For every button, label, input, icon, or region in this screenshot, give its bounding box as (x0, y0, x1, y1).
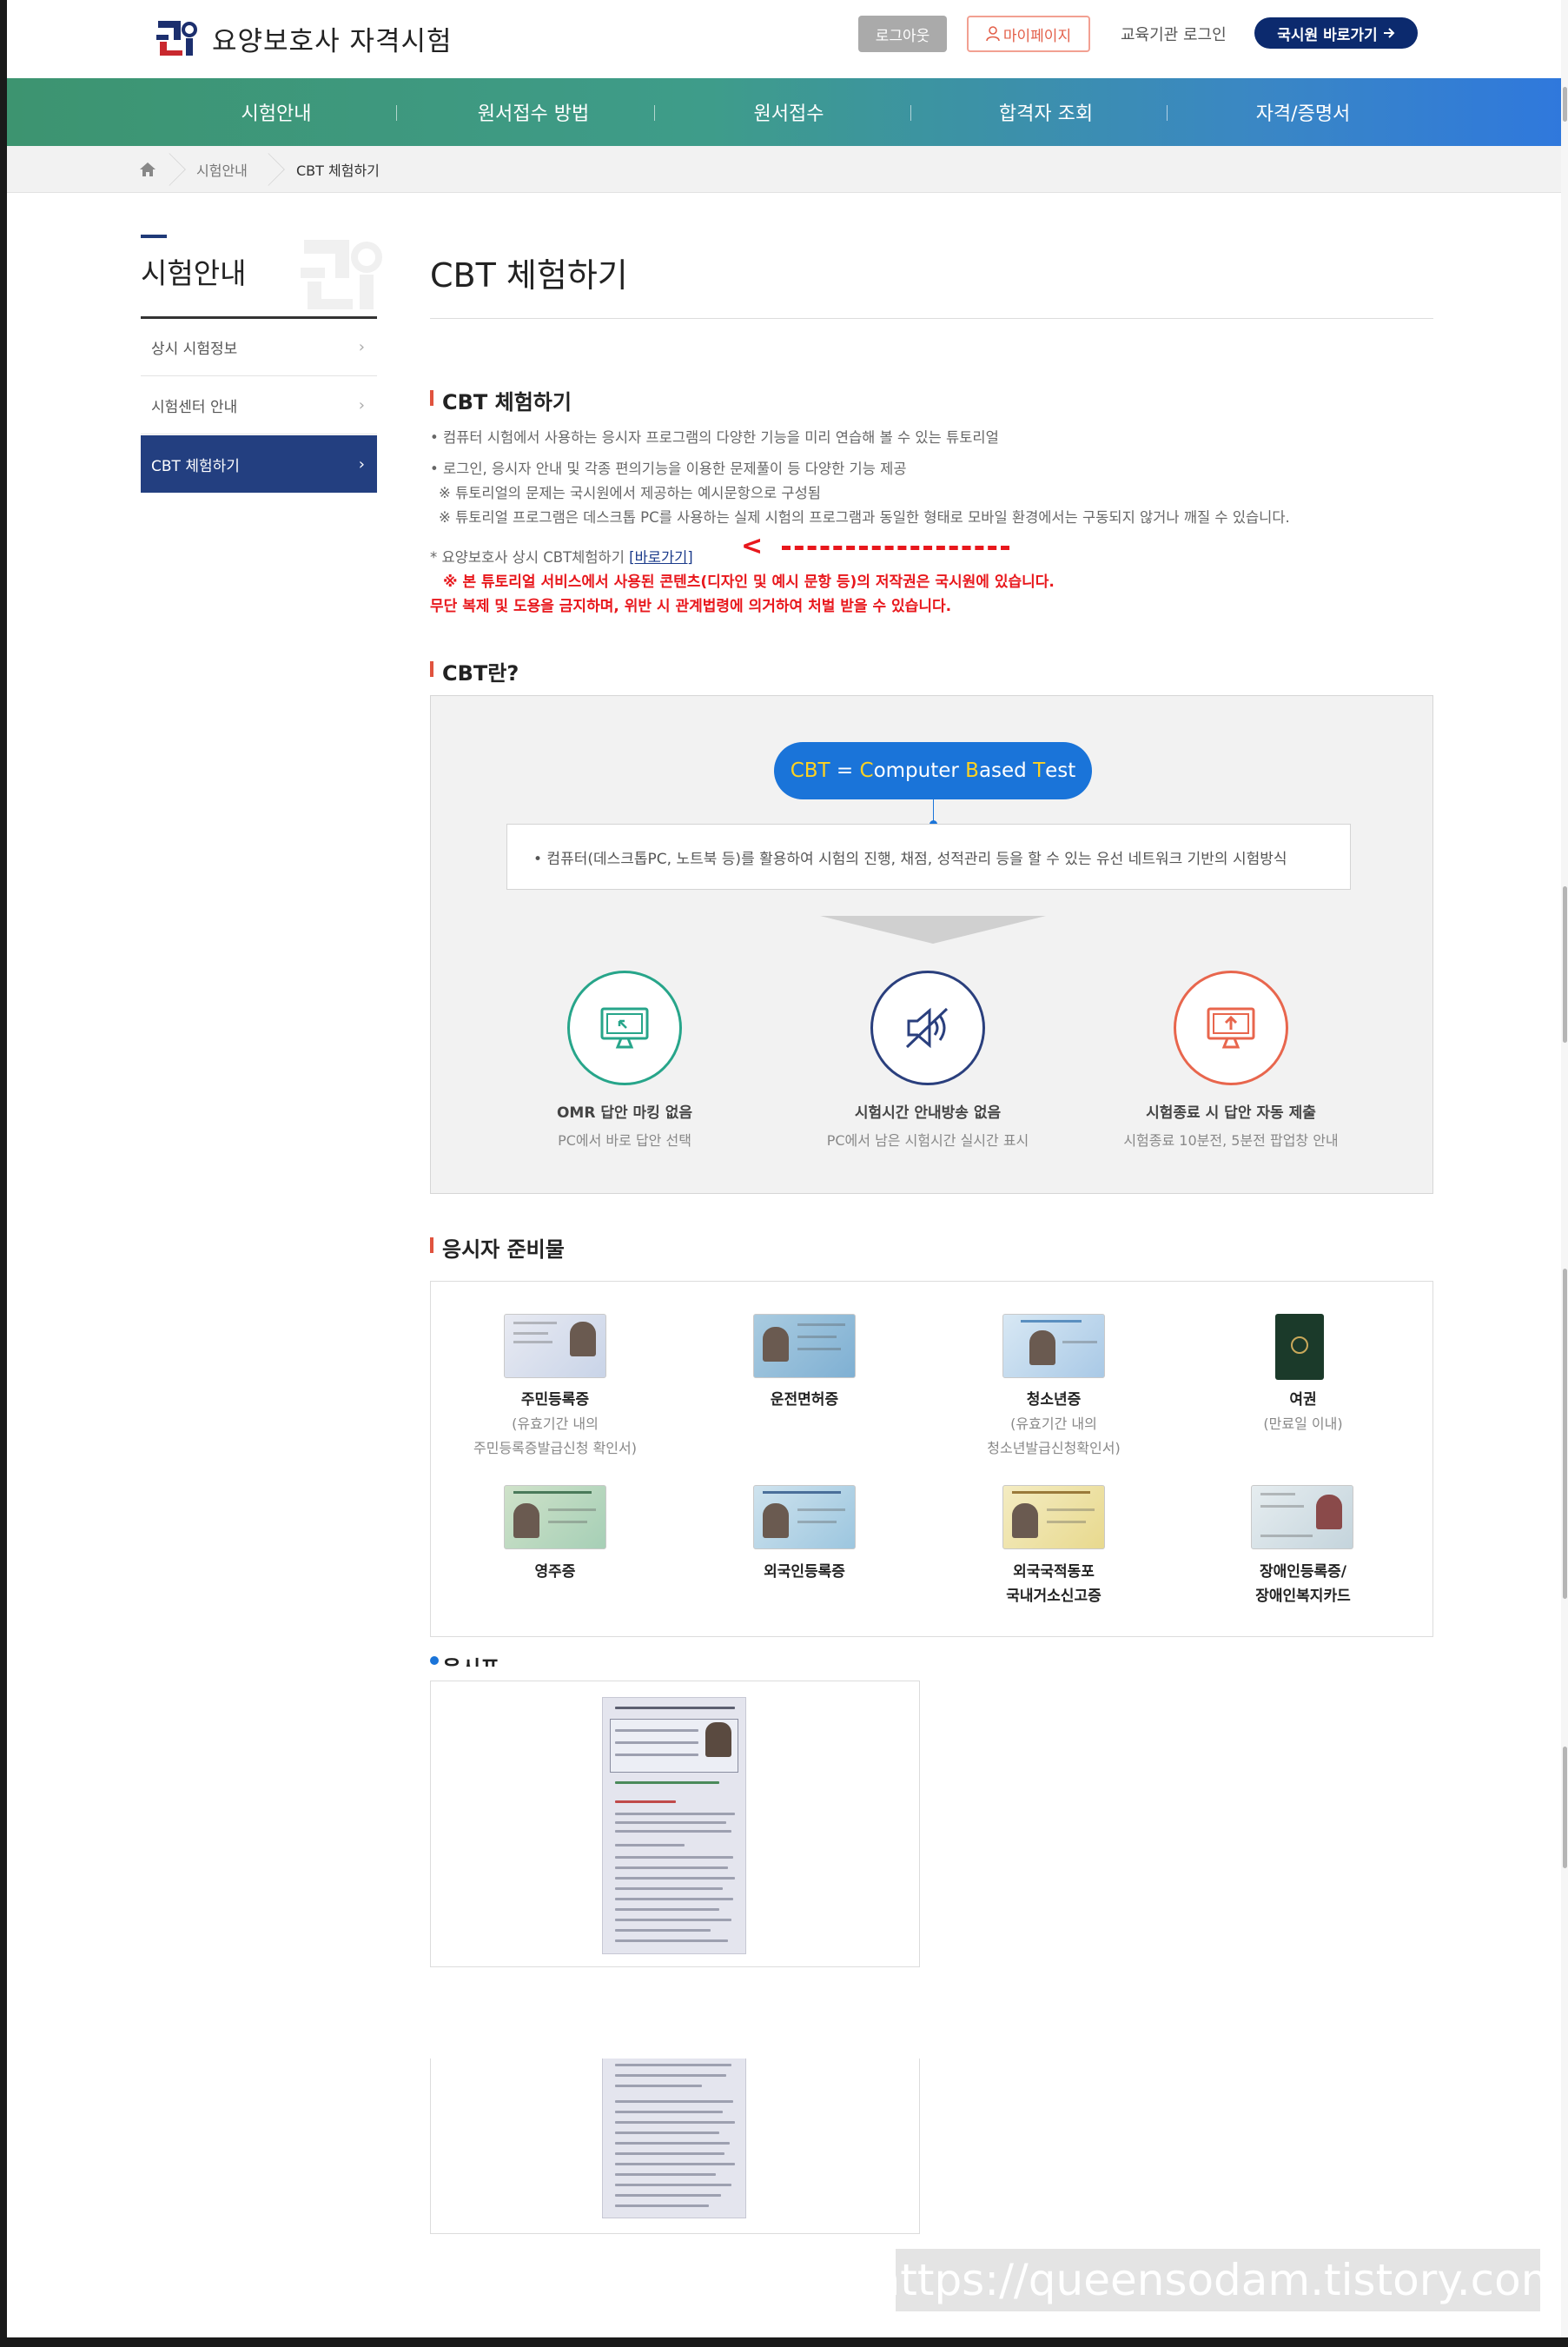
info-line-2: • 로그인, 응시자 안내 및 각종 편의기능을 이용한 문제풀이 등 다양한 … (430, 461, 907, 477)
feature-title-3: 시험종료 시 답안 자동 제출 (1146, 1104, 1316, 1122)
user-icon (986, 26, 1000, 42)
arrow-right-icon (1383, 28, 1395, 38)
shortcut-label: 국시원 바로가기 (1277, 26, 1378, 44)
info-line-1: • 컴퓨터 시험에서 사용하는 응시자 프로그램의 다양한 기능을 미리 연습해… (430, 429, 999, 446)
chevron-right-icon: › (358, 396, 365, 414)
note-line-1: ※ 튜토리얼의 문제는 국시원에서 제공하는 예시문항으로 구성됨 (439, 485, 821, 501)
mypage-button[interactable]: 마이페이지 (967, 16, 1090, 52)
id-label-passport: 여권 (만료일 이내) (1263, 1391, 1343, 1432)
breadcrumb-item-current: CBT 체험하기 (296, 162, 380, 179)
sidebar-title: 시험안내 (141, 256, 247, 290)
cbt-shortcut-link[interactable]: [바로가기] (629, 549, 693, 566)
mypage-label: 마이페이지 (1002, 27, 1072, 45)
breadcrumb-item-exam-info[interactable]: 시험안내 (196, 146, 248, 193)
main-nav: 시험안내 원서접수 방법 원서접수 합격자 조회 자격/증명서 (7, 78, 1568, 146)
page-title: CBT 체험하기 (430, 256, 628, 295)
scrollbar[interactable] (1561, 0, 1568, 2337)
speaker-mute-icon (870, 971, 985, 1085)
cbt-definition: • 컴퓨터(데스크톱PC, 노트북 등)를 활용하여 시험의 진행, 채점, 성… (506, 824, 1351, 890)
sidebar-item-label: CBT 체험하기 (151, 457, 240, 475)
cbt-link-line: * 요양보호사 상시 CBT체험하기 [바로가기] (430, 546, 693, 567)
sidebar-accent (141, 235, 167, 238)
chevron-right-icon: › (358, 454, 365, 474)
feature-sub-1: PC에서 바로 답안 선택 (558, 1132, 691, 1149)
annotation-dash (782, 546, 1009, 550)
cbt-definition-panel: CBT = Computer Based Test • 컴퓨터(데스크톱PC, … (430, 695, 1433, 1194)
shortcut-button[interactable]: 국시원 바로가기 (1254, 17, 1418, 49)
logo-text: 요양보호사 자격시험 (212, 26, 453, 57)
sidebar-item-regular-exam[interactable]: 상시 시험정보 › (141, 319, 377, 376)
section-heading-what-is-cbt: CBT란? (430, 656, 519, 686)
id-label-overseas: 외국국적동포 국내거소신고증 (1006, 1563, 1102, 1605)
sidebar-item-label: 상시 시험정보 (151, 341, 238, 358)
feature-title-2: 시험시간 안내방송 없음 (854, 1104, 1002, 1122)
section-heading-cbt-experience: CBT 체험하기 (430, 385, 572, 415)
sidebar-item-exam-center[interactable]: 시험센터 안내 › (141, 377, 377, 434)
nav-item-exam-info[interactable]: 시험안내 (148, 78, 405, 146)
feature-title-1: OMR 답안 마킹 없음 (556, 1104, 693, 1122)
id-label-alien: 외국인등록증 (764, 1563, 845, 1581)
overseas-korean-card-image (1002, 1485, 1105, 1549)
cbt-pill: CBT = Computer Based Test (774, 742, 1092, 799)
logout-button[interactable]: 로그아웃 (858, 16, 947, 52)
id-label-driver: 운전면허증 (770, 1391, 839, 1409)
permanent-residence-card-image (504, 1485, 606, 1549)
section-heading-admission-ticket: 응시표 (430, 1651, 500, 1667)
youth-card-image (1002, 1314, 1105, 1378)
breadcrumb: 시험안내 CBT 체험하기 (7, 146, 1568, 193)
admission-ticket-frame-1 (430, 1681, 920, 1967)
cbt-link-prefix: * 요양보호사 상시 CBT체험하기 (430, 549, 630, 566)
down-arrow-icon (820, 916, 1046, 944)
nav-item-certificate[interactable]: 자격/증명서 (1174, 78, 1432, 146)
id-card-panel: 주민등록증 (유효기간 내의 주민등록증발급신청 확인서) 운전면허증 청소년증 (유… (430, 1281, 1433, 1637)
admission-ticket-frame-2 (430, 2059, 920, 2234)
driver-license-image (753, 1314, 856, 1378)
sidebar-watermark-logo-icon (301, 240, 382, 309)
admission-ticket-image (602, 1697, 746, 1954)
edu-login-link[interactable]: 교육기관 로그인 (1121, 23, 1227, 45)
chevron-right-icon: › (358, 338, 365, 356)
passport-image (1275, 1314, 1324, 1380)
id-label-resident: 주민등록증 (유효기간 내의 주민등록증발급신청 확인서) (473, 1391, 637, 1456)
monitor-upload-icon (1174, 971, 1288, 1085)
nav-item-apply-method[interactable]: 원서접수 방법 (405, 78, 662, 146)
copyright-warning-2: 무단 복제 및 도용을 금지하며, 위반 시 관계법령에 의거하여 처벌 받을 … (430, 598, 952, 615)
id-label-youth: 청소년증 (유효기간 내의 청소년발급신청확인서) (987, 1391, 1121, 1456)
admission-ticket-image-back (602, 2059, 746, 2218)
sidebar-item-cbt[interactable]: CBT 체험하기 › (141, 435, 377, 493)
copyright-warning-1: ※ 본 튜토리얼 서비스에서 사용된 콘텐츠(디자인 및 예시 문항 등)의 저… (443, 573, 1055, 591)
alien-registration-card-image (753, 1485, 856, 1549)
note-line-2: ※ 튜토리얼 프로그램은 데스크톱 PC를 사용하는 실제 시험의 프로그램과 … (439, 509, 1290, 526)
annotation-arrow-icon: < (741, 531, 764, 561)
sidebar-item-label: 시험센터 안내 (151, 399, 238, 416)
monitor-cursor-icon (567, 971, 682, 1085)
id-label-permanent: 영주증 (534, 1563, 576, 1581)
feature-sub-3: 시험종료 10분전, 5분전 팝업창 안내 (1123, 1132, 1339, 1149)
resident-card-image (504, 1314, 606, 1378)
feature-sub-2: PC에서 남은 시험시간 실시간 표시 (826, 1132, 1029, 1149)
nav-item-apply[interactable]: 원서접수 (660, 78, 917, 146)
logo-mark-icon (156, 21, 197, 56)
blog-watermark: https://queensodam.tistory.com (873, 2249, 1563, 2311)
id-label-disability: 장애인등록증/장애인복지카드 (1255, 1563, 1351, 1605)
page: 요양보호사 자격시험 로그아웃 마이페이지 교육기관 로그인 국시원 바로가기 … (7, 0, 1568, 2337)
disability-card-image (1251, 1485, 1353, 1549)
nav-item-results[interactable]: 합격자 조회 (917, 78, 1174, 146)
section-heading-preparation: 응시자 준비물 (430, 1232, 565, 1263)
